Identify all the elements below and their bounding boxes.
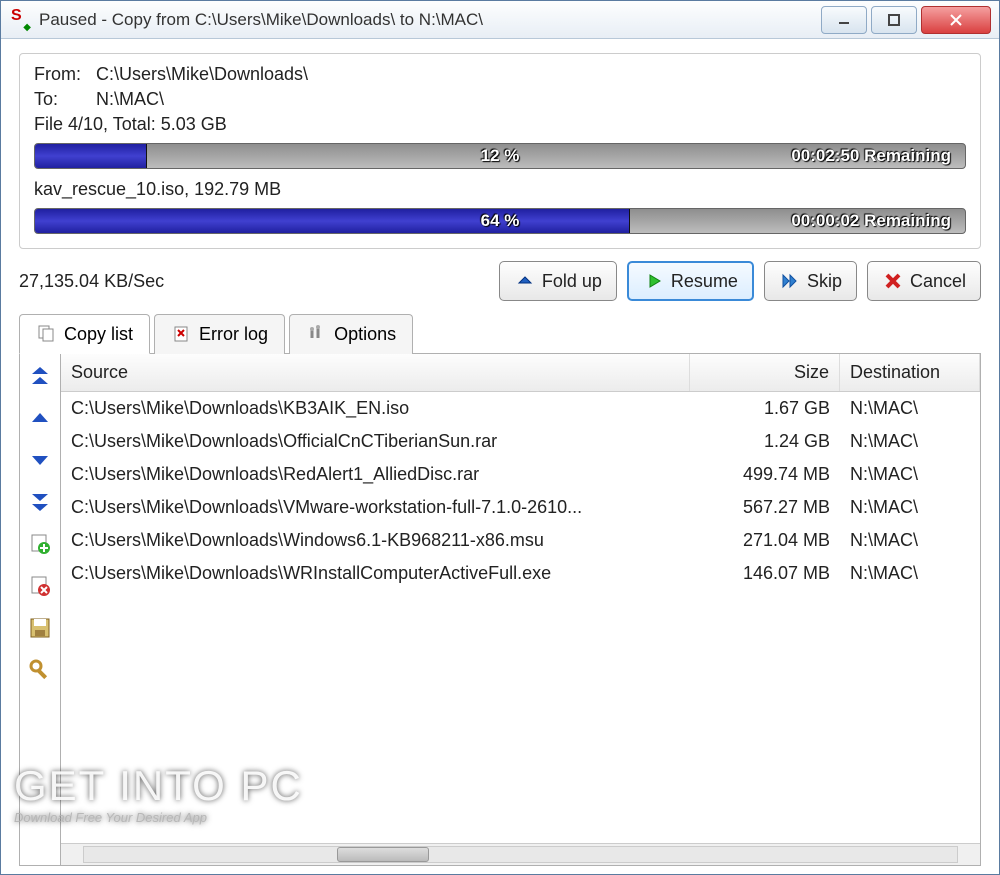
move-top-button[interactable] bbox=[26, 362, 54, 390]
header-destination[interactable]: Destination bbox=[840, 354, 980, 391]
current-remaining: 00:00:02 Remaining bbox=[791, 211, 951, 231]
current-file: kav_rescue_10.iso, 192.79 MB bbox=[34, 179, 966, 200]
table-row[interactable]: C:\Users\Mike\Downloads\RedAlert1_Allied… bbox=[61, 458, 980, 491]
resume-button[interactable]: Resume bbox=[627, 261, 754, 301]
current-progress: 64 % 00:00:02 Remaining bbox=[34, 208, 966, 234]
cell-size: 567.27 MB bbox=[690, 495, 840, 520]
file-table: Source Size Destination C:\Users\Mike\Do… bbox=[60, 354, 980, 865]
cell-size: 1.24 GB bbox=[690, 429, 840, 454]
list-area: Source Size Destination C:\Users\Mike\Do… bbox=[19, 354, 981, 866]
progress-panel: From:C:\Users\Mike\Downloads\ To:N:\MAC\… bbox=[19, 53, 981, 249]
cell-dest: N:\MAC\ bbox=[840, 528, 980, 553]
skip-icon bbox=[779, 270, 801, 292]
tab-copy-list[interactable]: Copy list bbox=[19, 314, 150, 354]
action-row: 27,135.04 KB/Sec Fold up Resume Skip Can… bbox=[19, 261, 981, 301]
add-button[interactable] bbox=[26, 530, 54, 558]
side-toolbar bbox=[20, 354, 60, 865]
skip-button[interactable]: Skip bbox=[764, 261, 857, 301]
skip-label: Skip bbox=[807, 271, 842, 292]
content: From:C:\Users\Mike\Downloads\ To:N:\MAC\… bbox=[1, 39, 999, 874]
window-title: Paused - Copy from C:\Users\Mike\Downloa… bbox=[39, 10, 817, 30]
cell-dest: N:\MAC\ bbox=[840, 462, 980, 487]
table-row[interactable]: C:\Users\Mike\Downloads\WRInstallCompute… bbox=[61, 557, 980, 590]
close-button[interactable] bbox=[921, 6, 991, 34]
cell-source: C:\Users\Mike\Downloads\KB3AIK_EN.iso bbox=[61, 396, 690, 421]
overall-progress-bar: 12 % 00:02:50 Remaining bbox=[34, 143, 966, 169]
transfer-speed: 27,135.04 KB/Sec bbox=[19, 271, 489, 292]
fold-icon bbox=[514, 270, 536, 292]
table-header: Source Size Destination bbox=[61, 354, 980, 392]
remove-button[interactable] bbox=[26, 572, 54, 600]
tab-bar: Copy list Error log Options bbox=[19, 313, 981, 354]
cell-dest: N:\MAC\ bbox=[840, 495, 980, 520]
table-row[interactable]: C:\Users\Mike\Downloads\KB3AIK_EN.iso1.6… bbox=[61, 392, 980, 425]
minimize-button[interactable] bbox=[821, 6, 867, 34]
app-window: Paused - Copy from C:\Users\Mike\Downloa… bbox=[0, 0, 1000, 875]
cell-source: C:\Users\Mike\Downloads\WRInstallCompute… bbox=[61, 561, 690, 586]
cell-dest: N:\MAC\ bbox=[840, 561, 980, 586]
resume-label: Resume bbox=[671, 271, 738, 292]
maximize-button[interactable] bbox=[871, 6, 917, 34]
header-source[interactable]: Source bbox=[61, 354, 690, 391]
fold-up-button[interactable]: Fold up bbox=[499, 261, 617, 301]
from-path: C:\Users\Mike\Downloads\ bbox=[96, 64, 308, 84]
current-percent: 64 % bbox=[481, 211, 520, 231]
overall-status: File 4/10, Total: 5.03 GB bbox=[34, 114, 966, 135]
tab-options-label: Options bbox=[334, 324, 396, 345]
header-size[interactable]: Size bbox=[690, 354, 840, 391]
move-down-button[interactable] bbox=[26, 446, 54, 474]
cell-source: C:\Users\Mike\Downloads\OfficialCnCTiber… bbox=[61, 429, 690, 454]
settings-button[interactable] bbox=[26, 656, 54, 684]
horizontal-scrollbar[interactable] bbox=[61, 843, 980, 865]
resume-icon bbox=[643, 270, 665, 292]
to-line: To:N:\MAC\ bbox=[34, 89, 966, 110]
table-row[interactable]: C:\Users\Mike\Downloads\VMware-workstati… bbox=[61, 491, 980, 524]
cancel-icon bbox=[882, 270, 904, 292]
cell-source: C:\Users\Mike\Downloads\Windows6.1-KB968… bbox=[61, 528, 690, 553]
cell-size: 271.04 MB bbox=[690, 528, 840, 553]
cell-source: C:\Users\Mike\Downloads\RedAlert1_Allied… bbox=[61, 462, 690, 487]
cell-dest: N:\MAC\ bbox=[840, 396, 980, 421]
overall-progress: 12 % 00:02:50 Remaining bbox=[34, 143, 966, 169]
window-controls bbox=[817, 6, 991, 34]
scrollbar-thumb[interactable] bbox=[337, 847, 429, 862]
tab-error-log-label: Error log bbox=[199, 324, 268, 345]
from-line: From:C:\Users\Mike\Downloads\ bbox=[34, 64, 966, 85]
cancel-label: Cancel bbox=[910, 271, 966, 292]
overall-remaining: 00:02:50 Remaining bbox=[791, 146, 951, 166]
table-row[interactable]: C:\Users\Mike\Downloads\OfficialCnCTiber… bbox=[61, 425, 980, 458]
table-body: C:\Users\Mike\Downloads\KB3AIK_EN.iso1.6… bbox=[61, 392, 980, 843]
tab-copy-list-label: Copy list bbox=[64, 324, 133, 345]
titlebar: Paused - Copy from C:\Users\Mike\Downloa… bbox=[1, 1, 999, 39]
to-path: N:\MAC\ bbox=[96, 89, 164, 109]
copy-list-icon bbox=[36, 323, 58, 345]
tab-options[interactable]: Options bbox=[289, 314, 413, 354]
cell-size: 499.74 MB bbox=[690, 462, 840, 487]
move-bottom-button[interactable] bbox=[26, 488, 54, 516]
app-icon bbox=[9, 9, 31, 31]
overall-percent: 12 % bbox=[481, 146, 520, 166]
to-label: To: bbox=[34, 89, 96, 110]
current-progress-bar: 64 % 00:00:02 Remaining bbox=[34, 208, 966, 234]
cell-size: 1.67 GB bbox=[690, 396, 840, 421]
table-row[interactable]: C:\Users\Mike\Downloads\Windows6.1-KB968… bbox=[61, 524, 980, 557]
error-log-icon bbox=[171, 324, 193, 346]
cell-source: C:\Users\Mike\Downloads\VMware-workstati… bbox=[61, 495, 690, 520]
save-button[interactable] bbox=[26, 614, 54, 642]
fold-label: Fold up bbox=[542, 271, 602, 292]
cell-size: 146.07 MB bbox=[690, 561, 840, 586]
move-up-button[interactable] bbox=[26, 404, 54, 432]
options-icon bbox=[306, 324, 328, 346]
cancel-button[interactable]: Cancel bbox=[867, 261, 981, 301]
cell-dest: N:\MAC\ bbox=[840, 429, 980, 454]
tab-error-log[interactable]: Error log bbox=[154, 314, 285, 354]
from-label: From: bbox=[34, 64, 96, 85]
